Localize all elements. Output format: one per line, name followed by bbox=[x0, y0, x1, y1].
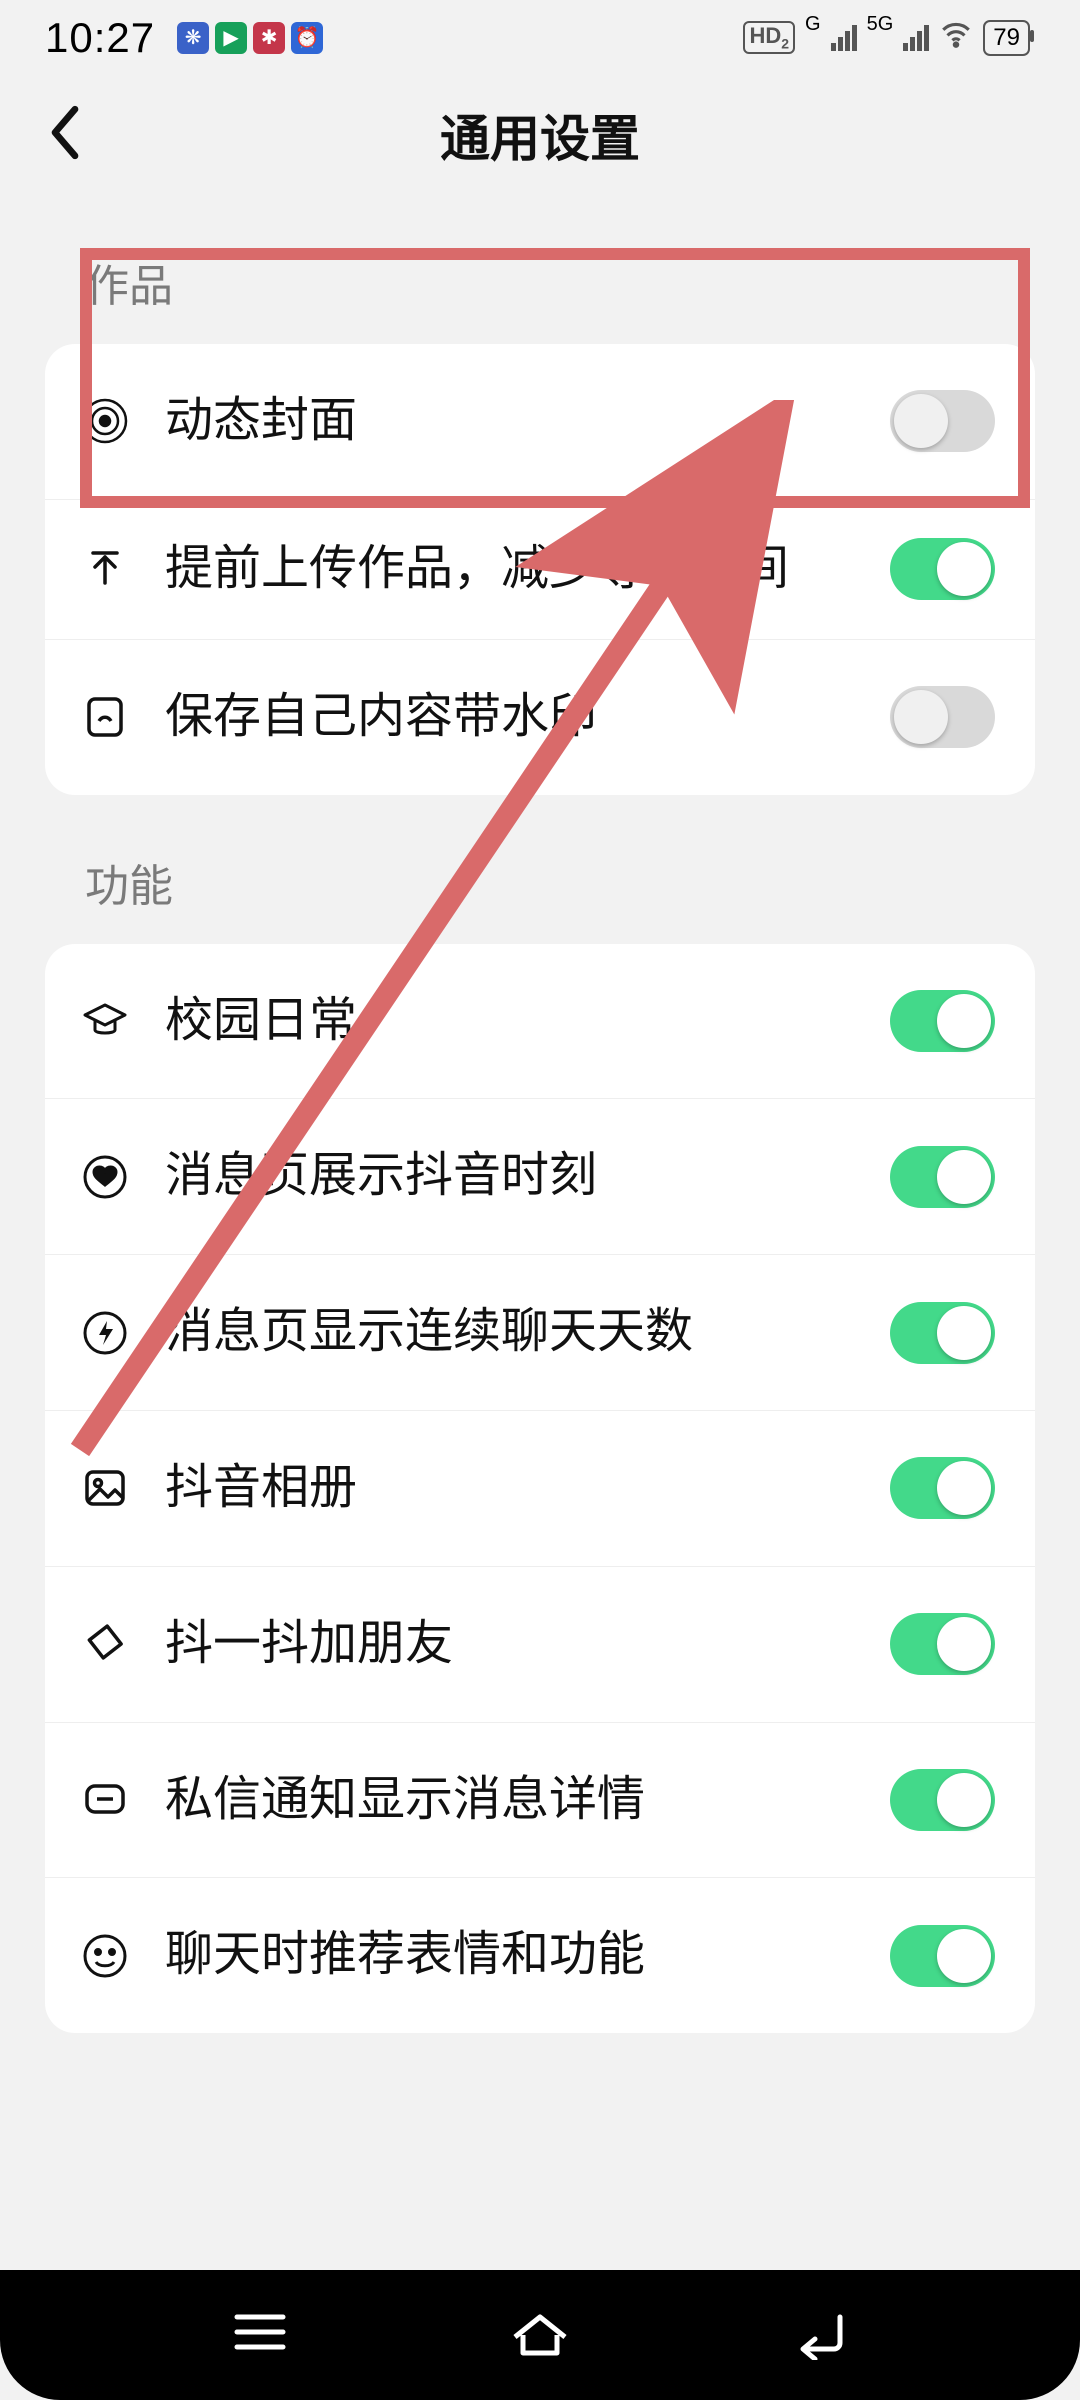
wifi-icon bbox=[939, 17, 973, 58]
bubble-icon bbox=[80, 1775, 130, 1825]
toggle-album[interactable] bbox=[890, 1457, 995, 1519]
album-icon bbox=[80, 1463, 130, 1513]
battery-icon: 79 bbox=[983, 20, 1030, 56]
toggle-moments[interactable] bbox=[890, 1146, 995, 1208]
row-chat-streak[interactable]: 消息页显示连续聊天天数 bbox=[45, 1255, 1035, 1411]
card-features: 校园日常 消息页展示抖音时刻 消息页显示连续聊天天数 抖音相册 bbox=[45, 944, 1035, 2034]
toggle-watermark[interactable] bbox=[890, 686, 995, 748]
status-app-icon: ✱ bbox=[253, 22, 285, 54]
section-label-works: 作品 bbox=[0, 195, 1080, 344]
page-title: 通用设置 bbox=[440, 99, 640, 171]
row-preupload[interactable]: 提前上传作品，减少等待时间 bbox=[45, 500, 1035, 640]
row-label: 校园日常 bbox=[165, 989, 855, 1054]
row-moments[interactable]: 消息页展示抖音时刻 bbox=[45, 1099, 1035, 1255]
toggle-shake[interactable] bbox=[890, 1613, 995, 1675]
row-label: 聊天时推荐表情和功能 bbox=[165, 1923, 855, 1988]
toggle-dm-details[interactable] bbox=[890, 1769, 995, 1831]
row-label: 抖一抖加朋友 bbox=[165, 1612, 855, 1677]
status-app-icon: ❋ bbox=[177, 22, 209, 54]
status-left: 10:27 ❋ ▶ ✱ ⏰ bbox=[45, 14, 323, 62]
page-header: 通用设置 bbox=[0, 75, 1080, 195]
toggle-emoji-rec[interactable] bbox=[890, 1925, 995, 1987]
row-label: 动态封面 bbox=[165, 389, 855, 454]
signal-icon bbox=[831, 25, 857, 51]
status-right: HD2 G 5G 79 bbox=[743, 17, 1030, 58]
row-campus[interactable]: 校园日常 bbox=[45, 944, 1035, 1100]
row-label: 抖音相册 bbox=[165, 1456, 855, 1521]
nav-home-button[interactable] bbox=[505, 2305, 575, 2365]
nav-recent-button[interactable] bbox=[225, 2305, 295, 2365]
row-album[interactable]: 抖音相册 bbox=[45, 1411, 1035, 1567]
status-time: 10:27 bbox=[45, 14, 155, 62]
nav-back-button[interactable] bbox=[785, 2305, 855, 2365]
status-app-icons: ❋ ▶ ✱ ⏰ bbox=[177, 22, 323, 54]
system-navbar bbox=[0, 2270, 1080, 2400]
upload-icon bbox=[80, 544, 130, 594]
bolt-circle-icon bbox=[80, 1308, 130, 1358]
record-icon bbox=[80, 396, 130, 446]
shake-icon bbox=[80, 1619, 130, 1669]
toggle-dynamic-cover[interactable] bbox=[890, 390, 995, 452]
toggle-preupload[interactable] bbox=[890, 538, 995, 600]
row-shake[interactable]: 抖一抖加朋友 bbox=[45, 1567, 1035, 1723]
section-label-features: 功能 bbox=[0, 795, 1080, 944]
emoji-icon bbox=[80, 1931, 130, 1981]
status-bar: 10:27 ❋ ▶ ✱ ⏰ HD2 G 5G 79 bbox=[0, 0, 1080, 75]
watermark-icon bbox=[80, 692, 130, 742]
row-label: 消息页展示抖音时刻 bbox=[165, 1144, 855, 1209]
row-label: 保存自己内容带水印 bbox=[165, 685, 855, 750]
status-app-icon: ▶ bbox=[215, 22, 247, 54]
row-dynamic-cover[interactable]: 动态封面 bbox=[45, 344, 1035, 500]
row-watermark[interactable]: 保存自己内容带水印 bbox=[45, 640, 1035, 795]
row-dm-details[interactable]: 私信通知显示消息详情 bbox=[45, 1723, 1035, 1879]
toggle-campus[interactable] bbox=[890, 990, 995, 1052]
toggle-chat-streak[interactable] bbox=[890, 1302, 995, 1364]
card-works: 动态封面 提前上传作品，减少等待时间 保存自己内容带水印 bbox=[45, 344, 1035, 795]
row-emoji-rec[interactable]: 聊天时推荐表情和功能 bbox=[45, 1878, 1035, 2033]
row-label: 私信通知显示消息详情 bbox=[165, 1768, 855, 1833]
status-app-icon: ⏰ bbox=[291, 22, 323, 54]
back-button[interactable] bbox=[45, 103, 85, 168]
heart-circle-icon bbox=[80, 1152, 130, 1202]
hd-icon: HD2 bbox=[743, 21, 795, 53]
signal-5g-icon bbox=[903, 25, 929, 51]
row-label: 消息页显示连续聊天天数 bbox=[165, 1300, 855, 1365]
row-label: 提前上传作品，减少等待时间 bbox=[165, 537, 855, 602]
grad-cap-icon bbox=[80, 996, 130, 1046]
